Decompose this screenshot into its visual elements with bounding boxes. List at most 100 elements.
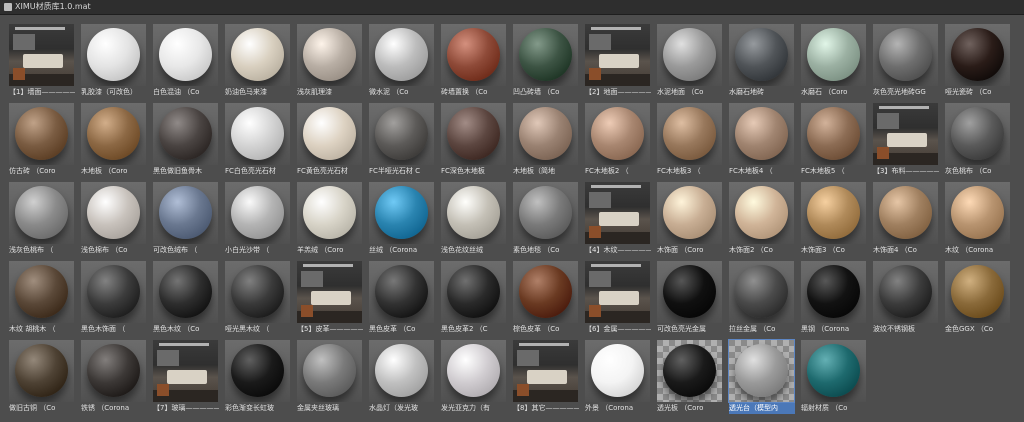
material-thumbnail[interactable] (585, 24, 650, 86)
material-item[interactable]: FC木地板2 （ (582, 101, 654, 180)
material-thumbnail[interactable] (369, 24, 434, 86)
material-thumbnail[interactable] (585, 182, 650, 244)
material-item[interactable]: 凹凸砖墙 （Co (510, 22, 582, 101)
material-thumbnail[interactable] (729, 103, 794, 165)
material-thumbnail[interactable] (513, 24, 578, 86)
material-item[interactable]: 灰色亮光地砖GG (870, 22, 942, 101)
material-thumbnail[interactable] (945, 24, 1010, 86)
material-item[interactable]: 【3】布料—————— (870, 101, 942, 180)
material-item[interactable]: 黑色木纹 （Co (150, 259, 222, 338)
material-thumbnail[interactable] (153, 103, 218, 165)
material-thumbnail[interactable] (297, 24, 362, 86)
material-item[interactable]: 彩色渐变长虹玻 (222, 338, 294, 417)
material-item[interactable]: 【6】金属—————— (582, 259, 654, 338)
material-item[interactable]: 微水泥 （Co (366, 22, 438, 101)
material-thumbnail[interactable] (225, 261, 290, 323)
material-thumbnail[interactable] (297, 182, 362, 244)
material-thumbnail[interactable] (369, 261, 434, 323)
material-item[interactable]: 可改色亮光金属 (654, 259, 726, 338)
material-item[interactable]: 砖墙置换 （Co (438, 22, 510, 101)
material-item[interactable]: 木地板 （Coro (78, 101, 150, 180)
material-item[interactable]: 素色地毯 （Co (510, 180, 582, 259)
material-thumbnail[interactable] (153, 340, 218, 402)
material-item[interactable]: 金属夹丝玻璃 (294, 338, 366, 417)
material-item[interactable]: 【5】皮革—————— (294, 259, 366, 338)
material-thumbnail[interactable] (873, 261, 938, 323)
material-thumbnail[interactable] (513, 182, 578, 244)
material-thumbnail[interactable] (801, 182, 866, 244)
material-item[interactable]: 黑色皮革2 （C (438, 259, 510, 338)
material-item[interactable]: 仿古砖 （Coro (6, 101, 78, 180)
material-item[interactable]: 木饰面3 （Co (798, 180, 870, 259)
material-item[interactable]: 外景 （Corona (582, 338, 654, 417)
material-thumbnail[interactable] (657, 103, 722, 165)
material-thumbnail[interactable] (81, 261, 146, 323)
material-thumbnail[interactable] (9, 103, 74, 165)
material-thumbnail[interactable] (225, 182, 290, 244)
material-thumbnail[interactable] (9, 340, 74, 402)
material-thumbnail[interactable] (441, 340, 506, 402)
material-thumbnail[interactable] (9, 261, 74, 323)
material-item[interactable]: 发光亚克力（有 (438, 338, 510, 417)
material-item[interactable]: 木饰面2 （Co (726, 180, 798, 259)
material-thumbnail[interactable] (441, 24, 506, 86)
material-thumbnail[interactable] (297, 340, 362, 402)
material-item[interactable]: 金色GGX （Co (942, 259, 1014, 338)
material-thumbnail[interactable] (513, 261, 578, 323)
material-thumbnail[interactable] (728, 339, 795, 403)
material-thumbnail[interactable] (657, 340, 722, 402)
material-item[interactable]: 木纹 胡桃木 （ (6, 259, 78, 338)
material-item[interactable]: 黑色皮革 （Co (366, 259, 438, 338)
material-thumbnail[interactable] (801, 340, 866, 402)
material-thumbnail[interactable] (657, 182, 722, 244)
material-thumbnail[interactable] (657, 24, 722, 86)
material-thumbnail[interactable] (369, 182, 434, 244)
material-thumbnail[interactable] (81, 24, 146, 86)
material-item[interactable]: FC半哑光石材 C (366, 101, 438, 180)
material-thumbnail[interactable] (225, 24, 290, 86)
material-item[interactable]: 浅灰肌理漆 (294, 22, 366, 101)
material-thumbnail[interactable] (9, 24, 74, 86)
material-item[interactable]: 水晶灯（发光玻 (366, 338, 438, 417)
material-item[interactable]: 丝绒 （Corona (366, 180, 438, 259)
material-item[interactable]: 灰色桃布 （Co (942, 101, 1014, 180)
material-thumbnail[interactable] (801, 103, 866, 165)
material-thumbnail[interactable] (585, 261, 650, 323)
material-item[interactable]: FC木地板3 （ (654, 101, 726, 180)
material-thumbnail[interactable] (225, 103, 290, 165)
material-thumbnail[interactable] (585, 340, 650, 402)
material-item[interactable]: 拉丝金属 （Co (726, 259, 798, 338)
material-item[interactable]: 哑光黑木纹 （ (222, 259, 294, 338)
material-item[interactable]: 羊羔绒 （Coro (294, 180, 366, 259)
material-thumbnail[interactable] (513, 340, 578, 402)
material-item[interactable]: 【2】地面—————— (582, 22, 654, 101)
material-thumbnail[interactable] (153, 182, 218, 244)
material-item[interactable]: FC白色亮光石材 (222, 101, 294, 180)
material-item[interactable]: 木纹 （Corona (942, 180, 1014, 259)
material-item[interactable]: 木地板（简地 (510, 101, 582, 180)
material-thumbnail[interactable] (873, 182, 938, 244)
material-item[interactable]: 浅色棉布 （Co (78, 180, 150, 259)
material-thumbnail[interactable] (369, 340, 434, 402)
material-item[interactable]: 铁锈 （Corona (78, 338, 150, 417)
material-thumbnail[interactable] (441, 182, 506, 244)
material-thumbnail[interactable] (153, 261, 218, 323)
material-item[interactable]: 小白光沙带 （ (222, 180, 294, 259)
material-thumbnail[interactable] (81, 340, 146, 402)
material-thumbnail[interactable] (81, 103, 146, 165)
material-thumbnail[interactable] (729, 182, 794, 244)
material-item[interactable]: 【4】木纹—————— (582, 180, 654, 259)
material-thumbnail[interactable] (9, 182, 74, 244)
material-item[interactable]: 【7】玻璃—————— (150, 338, 222, 417)
material-thumbnail[interactable] (945, 103, 1010, 165)
material-item[interactable]: 透光板 （Coro (654, 338, 726, 417)
material-item[interactable]: FC深色木地板 (438, 101, 510, 180)
material-item[interactable]: 水磨石地砖 (726, 22, 798, 101)
material-item[interactable]: 水磨石 （Coro (798, 22, 870, 101)
material-item[interactable]: 哑光瓷砖 （Co (942, 22, 1014, 101)
material-item[interactable]: 木饰面 （Coro (654, 180, 726, 259)
material-thumbnail[interactable] (729, 24, 794, 86)
material-thumbnail[interactable] (441, 103, 506, 165)
material-thumbnail[interactable] (801, 261, 866, 323)
material-thumbnail[interactable] (81, 182, 146, 244)
